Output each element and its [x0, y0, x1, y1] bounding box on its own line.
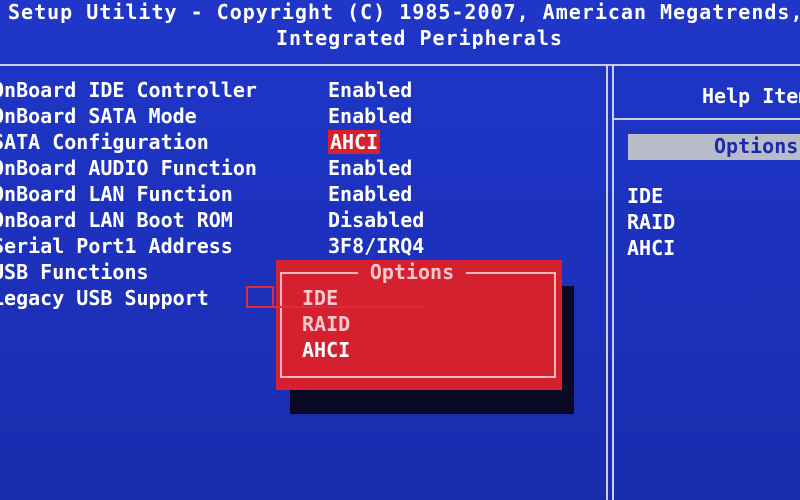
- cursor-marker-underline: [274, 306, 424, 308]
- header-divider: [0, 64, 800, 66]
- page-title: Integrated Peripherals: [276, 26, 563, 50]
- setting-row-lan[interactable]: OnBoard LAN Function Enabled: [0, 182, 600, 208]
- cursor-marker-box: [246, 286, 274, 308]
- setting-value[interactable]: Enabled: [328, 78, 412, 102]
- setting-row-lan-boot-rom[interactable]: OnBoard LAN Boot ROM Disabled: [0, 208, 600, 234]
- setting-label: Serial Port1 Address: [0, 234, 233, 258]
- help-title: Help Item: [702, 84, 800, 108]
- setting-label: OnBoard LAN Function: [0, 182, 233, 206]
- setting-row-onboard-ide[interactable]: OnBoard IDE Controller Enabled: [0, 78, 600, 104]
- setting-row-sata-configuration[interactable]: SATA Configuration AHCI: [0, 130, 600, 156]
- setting-value[interactable]: Enabled: [328, 104, 412, 128]
- setting-label: USB Functions: [0, 260, 149, 284]
- help-panel-divider: [606, 66, 608, 500]
- setting-value[interactable]: 3F8/IRQ4: [328, 234, 424, 258]
- setting-label: OnBoard SATA Mode: [0, 104, 197, 128]
- setting-row-audio[interactable]: OnBoard AUDIO Function Enabled: [0, 156, 600, 182]
- help-title-divider: [612, 118, 800, 120]
- help-item-raid: RAID: [627, 210, 676, 234]
- help-item-ahci: AHCI: [627, 236, 676, 260]
- setting-label: OnBoard AUDIO Function: [0, 156, 257, 180]
- options-popup-title: Options: [358, 260, 466, 286]
- bios-screen: Setup Utility - Copyright (C) 1985-2007,…: [0, 0, 800, 500]
- copyright-title: Setup Utility - Copyright (C) 1985-2007,…: [8, 0, 800, 24]
- setting-value[interactable]: Disabled: [328, 208, 424, 232]
- setting-row-sata-mode[interactable]: OnBoard SATA Mode Enabled: [0, 104, 600, 130]
- popup-option-raid[interactable]: RAID: [302, 312, 350, 336]
- setting-value[interactable]: Enabled: [328, 156, 412, 180]
- setting-value[interactable]: Enabled: [328, 182, 412, 206]
- setting-label: OnBoard LAN Boot ROM: [0, 208, 233, 232]
- help-options-label: Options: [714, 134, 799, 158]
- help-item-ide: IDE: [627, 184, 664, 208]
- setting-label: Legacy USB Support: [0, 286, 209, 310]
- setting-value-selected[interactable]: AHCI: [328, 130, 381, 154]
- popup-option-ahci[interactable]: AHCI: [302, 338, 350, 362]
- setting-label: OnBoard IDE Controller: [0, 78, 257, 102]
- setting-row-serial-port[interactable]: Serial Port1 Address 3F8/IRQ4: [0, 234, 600, 260]
- setting-label: SATA Configuration: [0, 130, 209, 154]
- help-options-header: Options: [628, 134, 800, 160]
- help-panel-inner-border: [612, 66, 614, 500]
- title-bar: Setup Utility - Copyright (C) 1985-2007,…: [0, 0, 800, 62]
